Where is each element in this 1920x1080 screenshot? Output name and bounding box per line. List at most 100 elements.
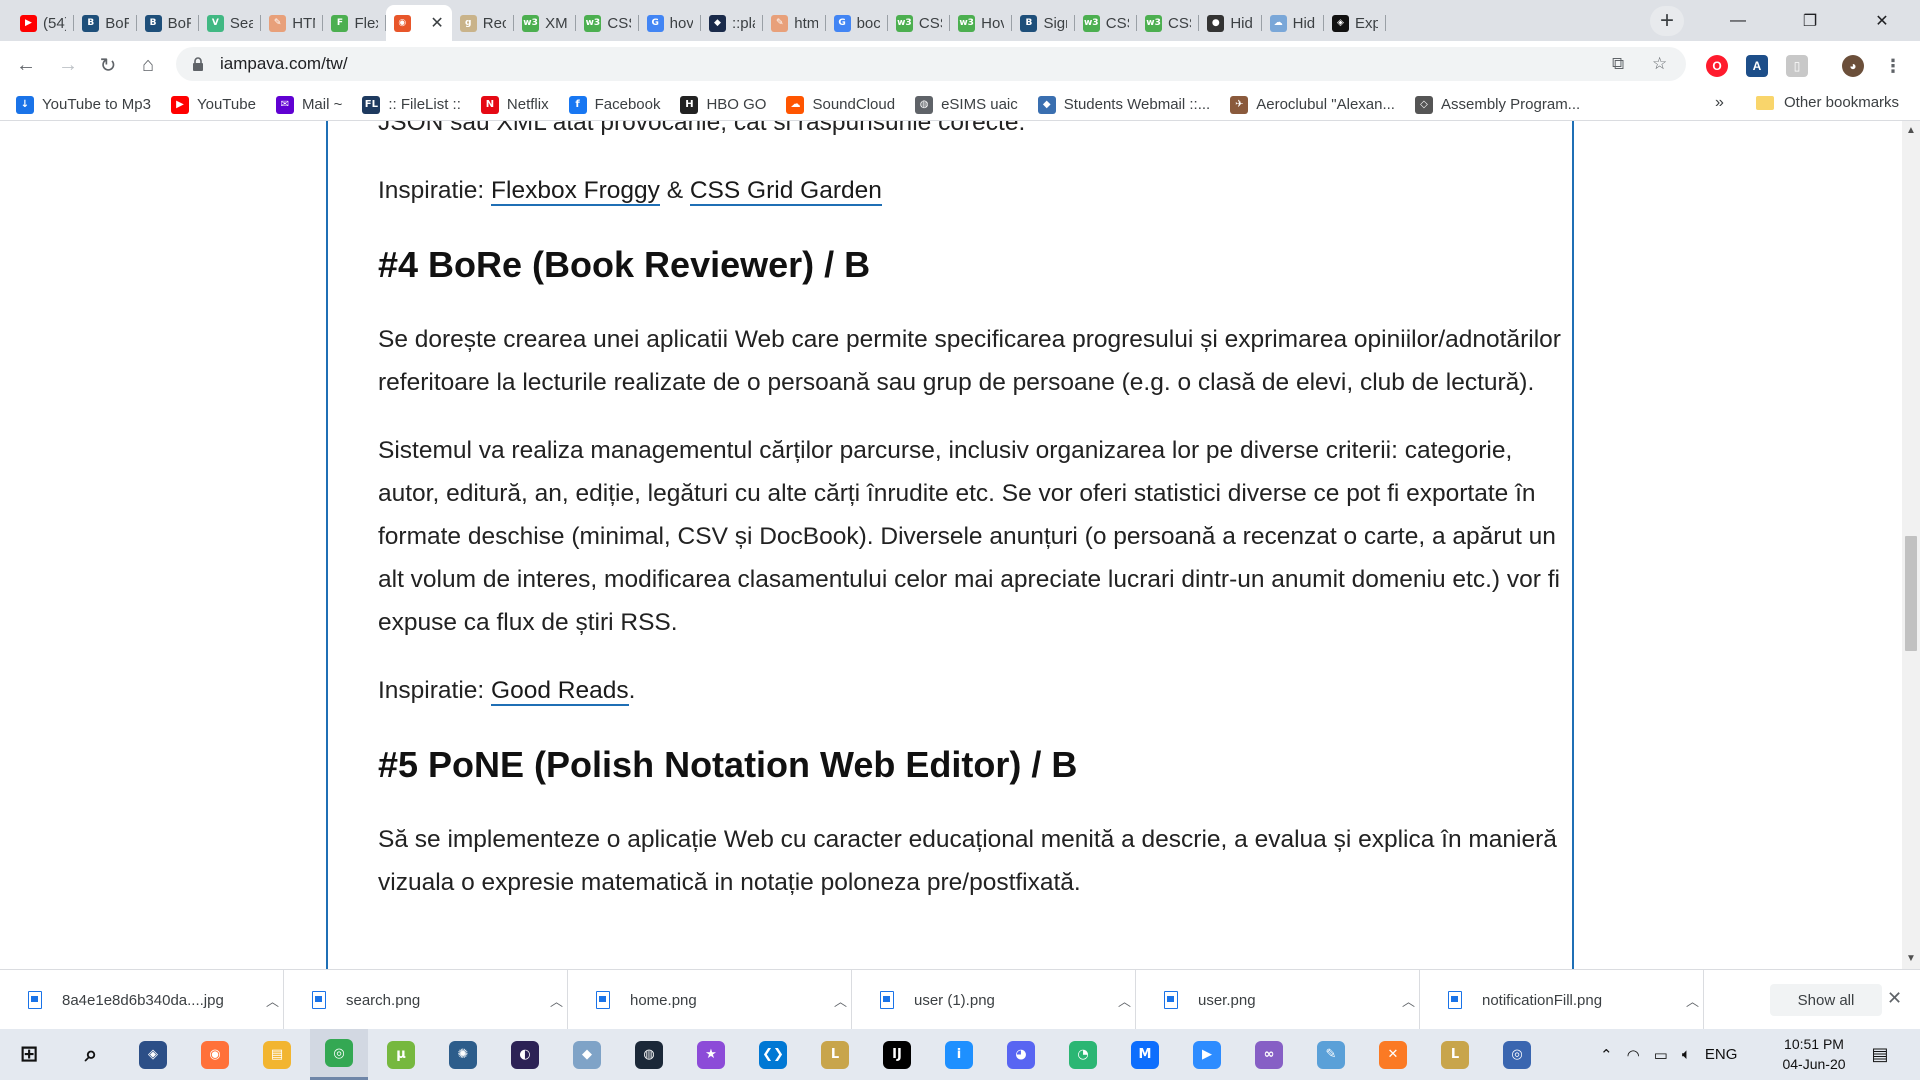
tab[interactable]: g Rec [452, 5, 515, 41]
bookmark-item[interactable]: ☁ SoundCloud [786, 95, 895, 114]
tray-chevron-icon[interactable]: ⌃ [1600, 1046, 1613, 1064]
lock-icon[interactable] [190, 56, 206, 72]
taskbar-button[interactable]: ✕ [1364, 1029, 1422, 1080]
forward-icon[interactable]: → [52, 49, 84, 81]
bookmark-item[interactable]: FL:: FileList :: [362, 95, 461, 114]
taskbar-button[interactable]: ◆ [558, 1029, 616, 1080]
page-scrollbar[interactable]: ▲ ▼ [1902, 121, 1920, 969]
tab[interactable]: B BoR [137, 5, 199, 41]
inspiration-link[interactable]: Good Reads [491, 677, 629, 706]
tab[interactable]: w3 CSS [576, 5, 639, 41]
tab[interactable]: ◉ ✕ [385, 5, 452, 41]
bookmark-item[interactable]: ↓ YouTube to Mp3 [16, 95, 151, 114]
notification-center-icon[interactable]: ▤ [1866, 1041, 1894, 1067]
taskbar-button[interactable]: ▶ [1178, 1029, 1236, 1080]
bookmarks-overflow-button[interactable]: » [1715, 94, 1724, 112]
tab[interactable]: ▶ (54) [12, 5, 75, 41]
download-item[interactable]: user.png ︿ [1136, 970, 1420, 1030]
battery-icon[interactable]: ▭ [1654, 1046, 1668, 1064]
bookmark-item[interactable]: ◆ Students Webmail ::... [1037, 95, 1210, 114]
tab[interactable]: B Sigr [1012, 5, 1075, 41]
tab[interactable]: w3 CSS [888, 5, 951, 41]
bookmark-item[interactable]: ▶ YouTube [170, 95, 256, 114]
bookmark-item[interactable]: ◇ Assembly Program... [1414, 95, 1580, 114]
address-bar[interactable]: iampava.com/tw/ ⧉ ☆ [176, 47, 1686, 81]
taskbar-button[interactable]: ◍ [620, 1029, 678, 1080]
taskbar-button[interactable]: ◈ [124, 1029, 182, 1080]
taskbar-button[interactable]: ⌕ [62, 1029, 120, 1080]
chevron-up-icon[interactable]: ︿ [1402, 991, 1415, 1010]
taskbar-button[interactable]: ✎ [1302, 1029, 1360, 1080]
language-indicator[interactable]: ENG [1705, 1046, 1738, 1063]
taskbar-button[interactable]: ★ [682, 1029, 740, 1080]
tab[interactable]: w3 CSS [1137, 5, 1200, 41]
bookmark-item[interactable]: ✈ Aeroclubul "Alexan... [1230, 95, 1395, 114]
taskbar-button[interactable]: ◔ [1054, 1029, 1112, 1080]
scroll-up-icon[interactable]: ▲ [1906, 125, 1916, 136]
close-window-button[interactable]: ✕ [1846, 0, 1918, 41]
tab[interactable]: ● Hid [1199, 5, 1262, 41]
tab[interactable]: w3 CSS [1075, 5, 1138, 41]
new-tab-button[interactable]: + [1650, 6, 1684, 36]
chevron-up-icon[interactable]: ︿ [266, 991, 279, 1010]
tab[interactable]: Ghov [639, 5, 701, 41]
profile-avatar[interactable]: ◕ [1842, 55, 1864, 77]
taskbar-button[interactable]: IJ [868, 1029, 926, 1080]
taskbar-button[interactable]: ◉ [186, 1029, 244, 1080]
taskbar-button[interactable]: L [1426, 1029, 1484, 1080]
taskbar-button[interactable]: µ [372, 1029, 430, 1080]
chevron-up-icon[interactable]: ︿ [550, 991, 563, 1010]
taskbar-button[interactable]: i [930, 1029, 988, 1080]
taskbar-button[interactable]: ▤ [248, 1029, 306, 1080]
tab[interactable]: B BoR [74, 5, 137, 41]
extension-a-icon[interactable]: A [1746, 55, 1768, 77]
close-download-shelf-icon[interactable]: ✕ [1887, 988, 1902, 1009]
tab[interactable]: V Sea [199, 5, 262, 41]
tab[interactable]: ✎ HTN [261, 5, 324, 41]
download-item[interactable]: search.png ︿ [284, 970, 568, 1030]
other-bookmarks-button[interactable]: Other bookmarks [1756, 94, 1899, 111]
wifi-icon[interactable]: ◠ [1627, 1046, 1640, 1064]
extension-tag-icon[interactable]: ▯ [1786, 55, 1808, 77]
url-text[interactable]: iampava.com/tw/ [220, 54, 348, 74]
bookmark-item[interactable]: H HBO GO [680, 95, 766, 114]
tab[interactable]: ◈ Exp [1324, 5, 1387, 41]
bookmark-item[interactable]: f Facebook [568, 95, 660, 114]
taskbar-button[interactable]: ⊞ [0, 1029, 58, 1080]
tab[interactable]: Gboc [826, 5, 888, 41]
opera-extension-icon[interactable]: O [1706, 55, 1728, 77]
download-item[interactable]: 8a4e1e8d6b340da....jpg ︿ [0, 970, 284, 1030]
chevron-up-icon[interactable]: ︿ [1686, 991, 1699, 1010]
taskbar-button[interactable]: ◕ [992, 1029, 1050, 1080]
bookmark-item[interactable]: N Netflix [480, 95, 549, 114]
taskbar-button[interactable]: ◎ [310, 1029, 368, 1080]
tab[interactable]: w3 Hov [950, 5, 1013, 41]
chevron-up-icon[interactable]: ︿ [1118, 991, 1131, 1010]
taskbar-button[interactable]: ∞ [1240, 1029, 1298, 1080]
download-item[interactable]: notificationFill.png ︿ [1420, 970, 1704, 1030]
maximize-button[interactable]: ❐ [1774, 0, 1846, 41]
back-icon[interactable]: ← [10, 49, 42, 81]
scroll-down-icon[interactable]: ▼ [1906, 953, 1916, 964]
bookmark-item[interactable]: ✉ Mail ~ [275, 95, 342, 114]
minimize-button[interactable]: — [1702, 0, 1774, 41]
open-in-app-icon[interactable]: ⧉ [1612, 54, 1624, 74]
close-tab-icon[interactable]: ✕ [424, 13, 443, 33]
taskbar-button[interactable]: L [806, 1029, 864, 1080]
tab[interactable]: ◆::pla [701, 5, 764, 41]
inspiration-link[interactable]: Flexbox Froggy [491, 177, 660, 206]
scrollbar-thumb[interactable] [1905, 536, 1917, 651]
tab[interactable]: ☁ Hid [1262, 5, 1324, 41]
taskbar-button[interactable]: ❮❯ [744, 1029, 802, 1080]
system-clock[interactable]: 10:51 PM 04-Jun-20 [1764, 1034, 1864, 1074]
volume-icon[interactable]: 🔈︎ [1682, 1046, 1691, 1063]
tab[interactable]: F Flex [323, 5, 386, 41]
bookmark-item[interactable]: ◍ eSIMS uaic [915, 95, 1018, 114]
taskbar-button[interactable]: ✺ [434, 1029, 492, 1080]
show-all-downloads-button[interactable]: Show all [1770, 984, 1882, 1016]
download-item[interactable]: home.png ︿ [568, 970, 852, 1030]
tab[interactable]: ✎ htm [763, 5, 826, 41]
inspiration-link[interactable]: CSS Grid Garden [689, 177, 882, 206]
bookmark-star-icon[interactable]: ☆ [1652, 54, 1667, 74]
tab[interactable]: w3 XM [514, 5, 577, 41]
